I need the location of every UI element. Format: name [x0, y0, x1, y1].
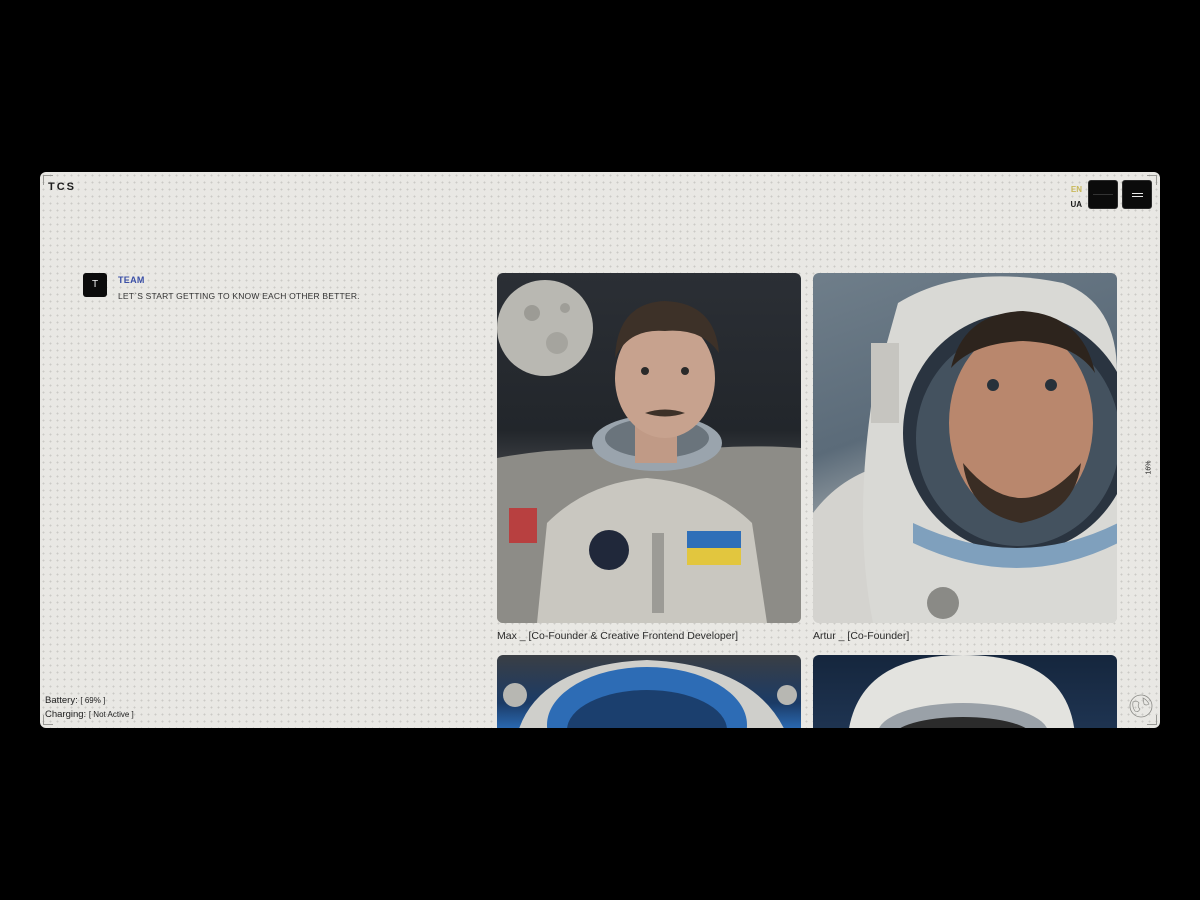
menu-icon: [1132, 196, 1143, 197]
globe-icon[interactable]: [1128, 693, 1154, 719]
battery-status: Battery: [ 69% ]: [45, 695, 105, 706]
language-ua[interactable]: UA: [1070, 197, 1082, 212]
scroll-progress: 16%: [1145, 460, 1153, 475]
charging-value: [ Not Active ]: [88, 710, 134, 719]
charging-label: Charging:: [45, 709, 87, 720]
section-icon: T: [83, 273, 107, 297]
charging-status: Charging: [ Not Active ]: [45, 709, 134, 720]
astronaut-portrait-helmet: [813, 276, 1117, 623]
menu-icon: [1132, 193, 1143, 194]
section-title: TEAM: [118, 275, 145, 285]
language-switcher: EN UA: [1070, 182, 1082, 212]
team-caption-max: Max _ [Co-Founder & Creative Frontend De…: [497, 630, 739, 642]
astronaut-portrait-white-helmet: [849, 655, 1075, 728]
team-caption-artur: Artur _ [Co-Founder]: [813, 630, 910, 642]
section-subtitle: LET`S START GETTING TO KNOW EACH OTHER B…: [118, 291, 360, 301]
menu-button[interactable]: [1122, 180, 1152, 209]
main-panel: TCS EN UA T TEAM LET`S START GETTING TO …: [40, 172, 1160, 728]
battery-value: [ 69% ]: [80, 696, 106, 705]
team-card-4[interactable]: [813, 655, 1117, 728]
team-card-artur[interactable]: [813, 273, 1117, 623]
astronaut-portrait-helmet-blue: [503, 660, 797, 728]
astronaut-portrait-moon: [497, 280, 801, 623]
logo[interactable]: TCS: [48, 181, 76, 193]
square-button[interactable]: [1088, 180, 1118, 209]
team-card-3[interactable]: [497, 655, 801, 728]
language-en[interactable]: EN: [1070, 182, 1082, 197]
team-card-max[interactable]: [497, 273, 801, 623]
battery-label: Battery:: [45, 695, 78, 706]
